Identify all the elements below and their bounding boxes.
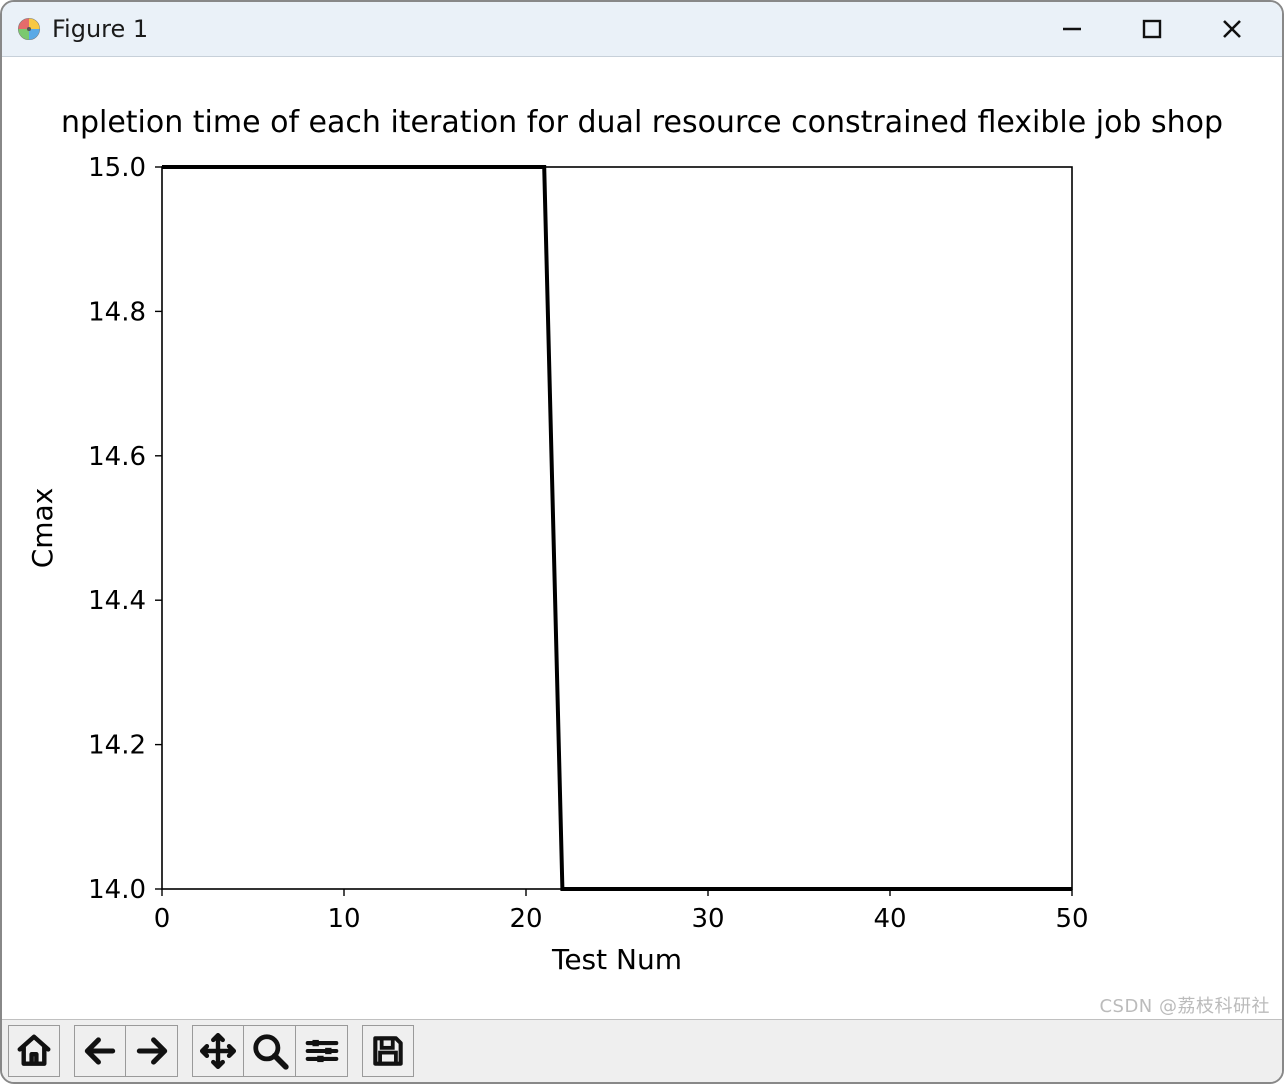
y-tick-label: 14.4 [88, 586, 146, 616]
data-line [162, 167, 1072, 889]
nav-toolbar [2, 1019, 1282, 1082]
axes-frame [162, 167, 1072, 889]
chart-canvas[interactable]: npletion time of each iteration for dual… [2, 57, 1282, 1019]
x-tick-label: 0 [154, 904, 171, 934]
y-axis-label: Cmax [26, 488, 59, 569]
x-tick-label: 50 [1055, 904, 1088, 934]
save-icon [369, 1032, 407, 1070]
figure-window: Figure 1 npletion time of each iteration… [0, 0, 1284, 1084]
arrow-left-icon [81, 1032, 119, 1070]
configure-button[interactable] [296, 1025, 348, 1077]
save-button[interactable] [362, 1025, 414, 1077]
x-tick-label: 30 [691, 904, 724, 934]
x-tick-label: 20 [509, 904, 542, 934]
maximize-button[interactable] [1114, 7, 1190, 51]
y-tick-label: 14.6 [88, 442, 146, 472]
window-title: Figure 1 [52, 15, 148, 43]
y-tick-label: 15.0 [88, 153, 146, 183]
move-icon [199, 1032, 237, 1070]
x-tick-label: 10 [327, 904, 360, 934]
y-tick-label: 14.8 [88, 297, 146, 327]
home-icon [15, 1032, 53, 1070]
minimize-button[interactable] [1034, 7, 1110, 51]
forward-button[interactable] [126, 1025, 178, 1077]
sliders-icon [303, 1032, 341, 1070]
chart-title: npletion time of each iteration for dual… [61, 105, 1223, 140]
arrow-right-icon [133, 1032, 171, 1070]
plot-area: npletion time of each iteration for dual… [2, 57, 1282, 1019]
y-tick-label: 14.0 [88, 875, 146, 905]
x-tick-label: 40 [873, 904, 906, 934]
titlebar: Figure 1 [2, 2, 1282, 57]
app-icon [16, 16, 42, 42]
close-button[interactable] [1194, 7, 1270, 51]
pan-button[interactable] [192, 1025, 244, 1077]
back-button[interactable] [74, 1025, 126, 1077]
y-tick-label: 14.2 [88, 731, 146, 761]
home-button[interactable] [8, 1025, 60, 1077]
x-axis-label: Test Num [551, 943, 682, 976]
zoom-icon [251, 1032, 289, 1070]
zoom-button[interactable] [244, 1025, 296, 1077]
